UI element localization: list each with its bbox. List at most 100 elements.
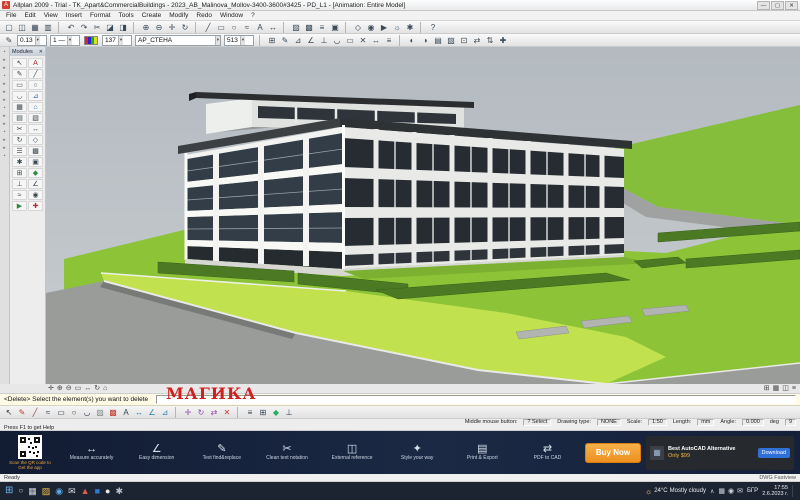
box-icon[interactable]: ▭ [344, 35, 356, 46]
sort-icon[interactable]: ⇅ [484, 35, 496, 46]
mirror-icon[interactable]: ⇄ [208, 407, 220, 418]
window-list-icon[interactable]: ≡ [792, 385, 796, 393]
angle-value[interactable]: 0.000 [742, 419, 764, 426]
module-measure-icon[interactable]: ⊿ [28, 91, 43, 101]
menu-item[interactable]: Redo [192, 12, 216, 19]
module-rotate-icon[interactable]: ↻ [12, 135, 27, 145]
rectangle-icon[interactable]: ▭ [215, 22, 227, 33]
print-icon[interactable]: ▥ [42, 22, 54, 33]
module-add-icon[interactable]: ✚ [28, 201, 43, 211]
pan-view-icon[interactable]: ↔ [84, 385, 91, 393]
module-line-icon[interactable]: ╱ [28, 69, 43, 79]
dock-icon[interactable]: ▸ [3, 66, 6, 71]
viewport-3d[interactable] [46, 47, 800, 384]
dock-icon[interactable]: ▸ [3, 98, 6, 103]
language-indicator[interactable]: БГР [747, 488, 758, 494]
redline-pen-icon[interactable]: ✎ [16, 407, 28, 418]
module-slab-icon[interactable]: ▤ [12, 113, 27, 123]
spline-icon[interactable]: ≈ [42, 407, 54, 418]
dock-icon[interactable]: ▸ [3, 138, 6, 143]
taskbar-app-edge[interactable]: ◉ [55, 483, 63, 499]
snap-box-icon[interactable]: ⊡ [458, 35, 470, 46]
minimize-button[interactable]: — [757, 1, 770, 10]
window-grid-icon[interactable]: ▦ [773, 385, 780, 393]
grid-icon[interactable]: ⊞ [257, 407, 269, 418]
module-camera-icon[interactable]: ◉ [28, 190, 43, 200]
dock-icon[interactable]: ▸ [3, 122, 6, 127]
arc-icon[interactable]: ◡ [81, 407, 93, 418]
modules-close-icon[interactable]: ✕ [39, 49, 43, 55]
dimension-icon[interactable]: ↔ [267, 22, 279, 33]
redo-icon[interactable]: ↷ [78, 22, 90, 33]
pen-width-select[interactable]: 0.13 ▾ [17, 35, 47, 46]
feature-find-replace[interactable]: ✎ Text find&replace [194, 443, 250, 462]
grid-icon[interactable]: ⊞ [266, 35, 278, 46]
feature-clean-text[interactable]: ✂ Clean text notation [259, 443, 315, 462]
text-icon[interactable]: A [254, 22, 266, 33]
taskbar-app-explorer[interactable]: ▨ [42, 483, 51, 499]
menu-item[interactable]: Insert [62, 12, 86, 19]
snap-icon[interactable]: ◆ [270, 407, 282, 418]
perpendicular-icon[interactable]: ⊥ [318, 35, 330, 46]
dock-icon[interactable]: ▪ [4, 50, 6, 55]
settings-icon[interactable]: ✱ [404, 22, 416, 33]
close-button[interactable]: ✕ [785, 1, 798, 10]
rotate-icon[interactable]: ↻ [195, 407, 207, 418]
zoom-in-icon[interactable]: ⊕ [140, 22, 152, 33]
dock-icon[interactable]: ▸ [3, 114, 6, 119]
help-icon[interactable]: ? [427, 22, 439, 33]
ad-download-button[interactable]: Download [758, 448, 790, 458]
layers-icon[interactable]: ≡ [244, 407, 256, 418]
fill-icon[interactable]: ▩ [303, 22, 315, 33]
shade-left-icon[interactable]: ◐ [406, 35, 418, 46]
module-circle-icon[interactable]: ○ [28, 80, 43, 90]
groups-icon[interactable]: ▣ [329, 22, 341, 33]
pen-icon[interactable]: ✎ [3, 35, 15, 46]
zoom-out-icon[interactable]: ⊖ [66, 385, 72, 393]
dock-icon[interactable]: ▸ [3, 82, 6, 87]
delete-icon[interactable]: ✕ [357, 35, 369, 46]
angle-icon[interactable]: ∠ [305, 35, 317, 46]
split-window-icon[interactable]: ◫ [782, 385, 789, 393]
clock[interactable]: 17:55 2.6.2023 г. [762, 485, 788, 497]
taskbar-app-allplan[interactable]: ▲ [81, 483, 90, 499]
feature-style[interactable]: ✦ Style your way [389, 443, 445, 462]
length-value[interactable]: mm [697, 419, 714, 426]
dock-icon[interactable]: ▪ [4, 130, 6, 135]
text-icon[interactable]: A [120, 407, 132, 418]
polyline-icon[interactable]: ≈ [241, 22, 253, 33]
move-icon[interactable]: ✛ [182, 407, 194, 418]
module-play-icon[interactable]: ▶ [12, 201, 27, 211]
open-file-icon[interactable]: ◫ [16, 22, 28, 33]
rect-icon[interactable]: ▭ [55, 407, 67, 418]
save-icon[interactable]: ▦ [29, 22, 41, 33]
ortho-icon[interactable]: ⊥ [283, 407, 295, 418]
module-draft-icon[interactable]: ✎ [12, 69, 27, 79]
maximize-button[interactable]: ▢ [771, 1, 784, 10]
taskbar-app-chrome[interactable]: ● [105, 483, 110, 499]
angle-icon[interactable]: ∠ [146, 407, 158, 418]
line-color-select[interactable]: 137 ▾ [102, 35, 132, 46]
taskbar-app-word[interactable]: ■ [95, 483, 100, 499]
hatch-icon[interactable]: ▨ [290, 22, 302, 33]
home-view-icon[interactable]: ⌂ [103, 385, 107, 393]
menu-item[interactable]: Create [138, 12, 166, 19]
list-icon[interactable]: ≡ [383, 35, 395, 46]
line-icon[interactable]: ╱ [202, 22, 214, 33]
pattern-icon[interactable]: ▤ [432, 35, 444, 46]
module-dimension-icon[interactable]: ↔ [28, 124, 43, 134]
menu-item[interactable]: View [40, 12, 62, 19]
delete-icon[interactable]: ✕ [221, 407, 233, 418]
line-type-select[interactable]: 1 — ▾ [50, 35, 80, 46]
tile-windows-icon[interactable]: ⊞ [764, 385, 770, 393]
drawing-type-value[interactable]: NONE [597, 419, 621, 426]
ad-card[interactable]: ▦ Best AutoCAD Alternative Only $99 Down… [646, 436, 794, 470]
menu-item[interactable]: File [2, 12, 20, 19]
feature-pdf-cad[interactable]: ⇄ PDF to CAD [519, 443, 575, 462]
menu-item[interactable]: Window [216, 12, 247, 19]
module-3d-icon[interactable]: ◇ [28, 135, 43, 145]
tray-network-icon[interactable]: ▦ [718, 487, 725, 495]
line-icon[interactable]: ╱ [29, 407, 41, 418]
module-trim-icon[interactable]: ✂ [12, 124, 27, 134]
module-pointer-icon[interactable]: ↖ [12, 58, 27, 68]
